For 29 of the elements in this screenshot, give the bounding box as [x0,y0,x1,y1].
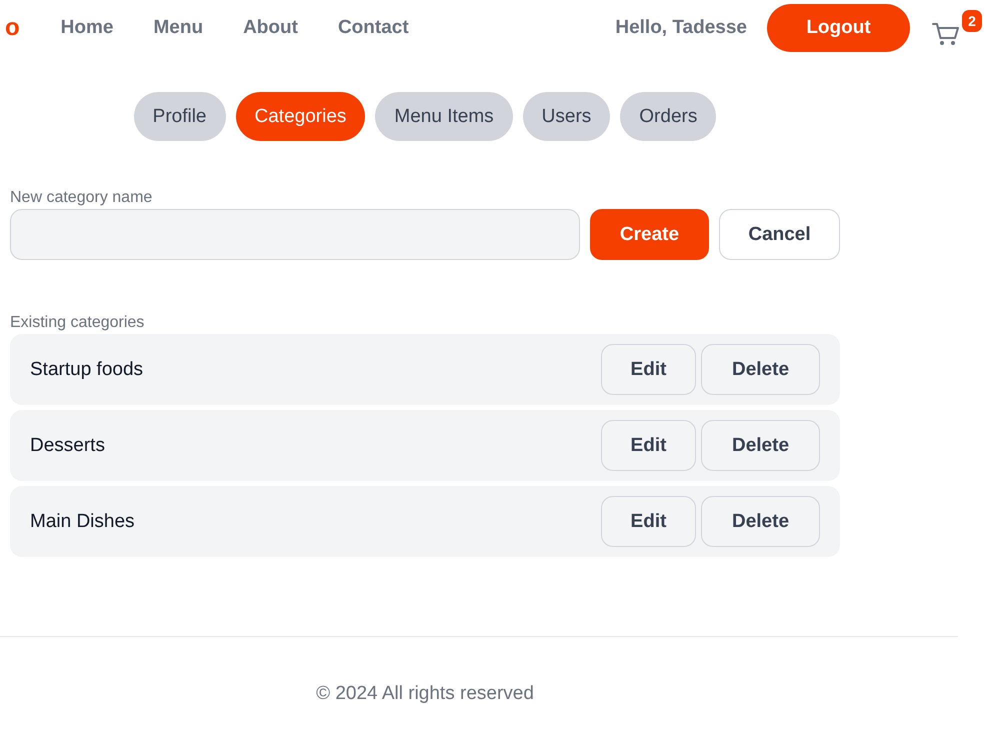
cart-badge: 2 [962,10,982,32]
tab[interactable]: Categories [236,92,366,141]
category-name: Startup foods [30,358,144,380]
logout-button[interactable]: Logout [767,4,910,52]
cart-icon[interactable] [932,22,960,46]
edit-button[interactable]: Edit [601,496,696,547]
nav-link[interactable]: About [243,16,298,40]
delete-button[interactable]: Delete [701,344,820,395]
category-name: Main Dishes [30,510,135,532]
tab[interactable]: Menu Items [375,92,513,141]
tab[interactable]: Orders [620,92,716,141]
edit-button[interactable]: Edit [601,344,696,395]
tab[interactable]: Profile [134,92,226,141]
copyright-text: © 2024 All rights reserved [316,683,534,705]
category-name: Desserts [30,434,105,456]
nav-link[interactable]: Menu [153,16,204,40]
delete-button[interactable]: Delete [701,496,820,547]
create-button[interactable]: Create [590,209,709,260]
category-name-input[interactable] [10,209,580,260]
tab[interactable]: Users [522,92,610,141]
logo[interactable]: o [0,14,20,42]
nav-link[interactable]: Contact [338,16,409,40]
section-heading: Existing categories [10,314,144,332]
nav-link[interactable]: Home [60,16,114,40]
edit-button[interactable]: Edit [601,420,696,471]
delete-button[interactable]: Delete [701,420,820,471]
greeting-text: Hello, Tadesse [615,16,747,40]
cancel-button[interactable]: Cancel [719,209,840,260]
field-label: New category name [10,189,152,207]
